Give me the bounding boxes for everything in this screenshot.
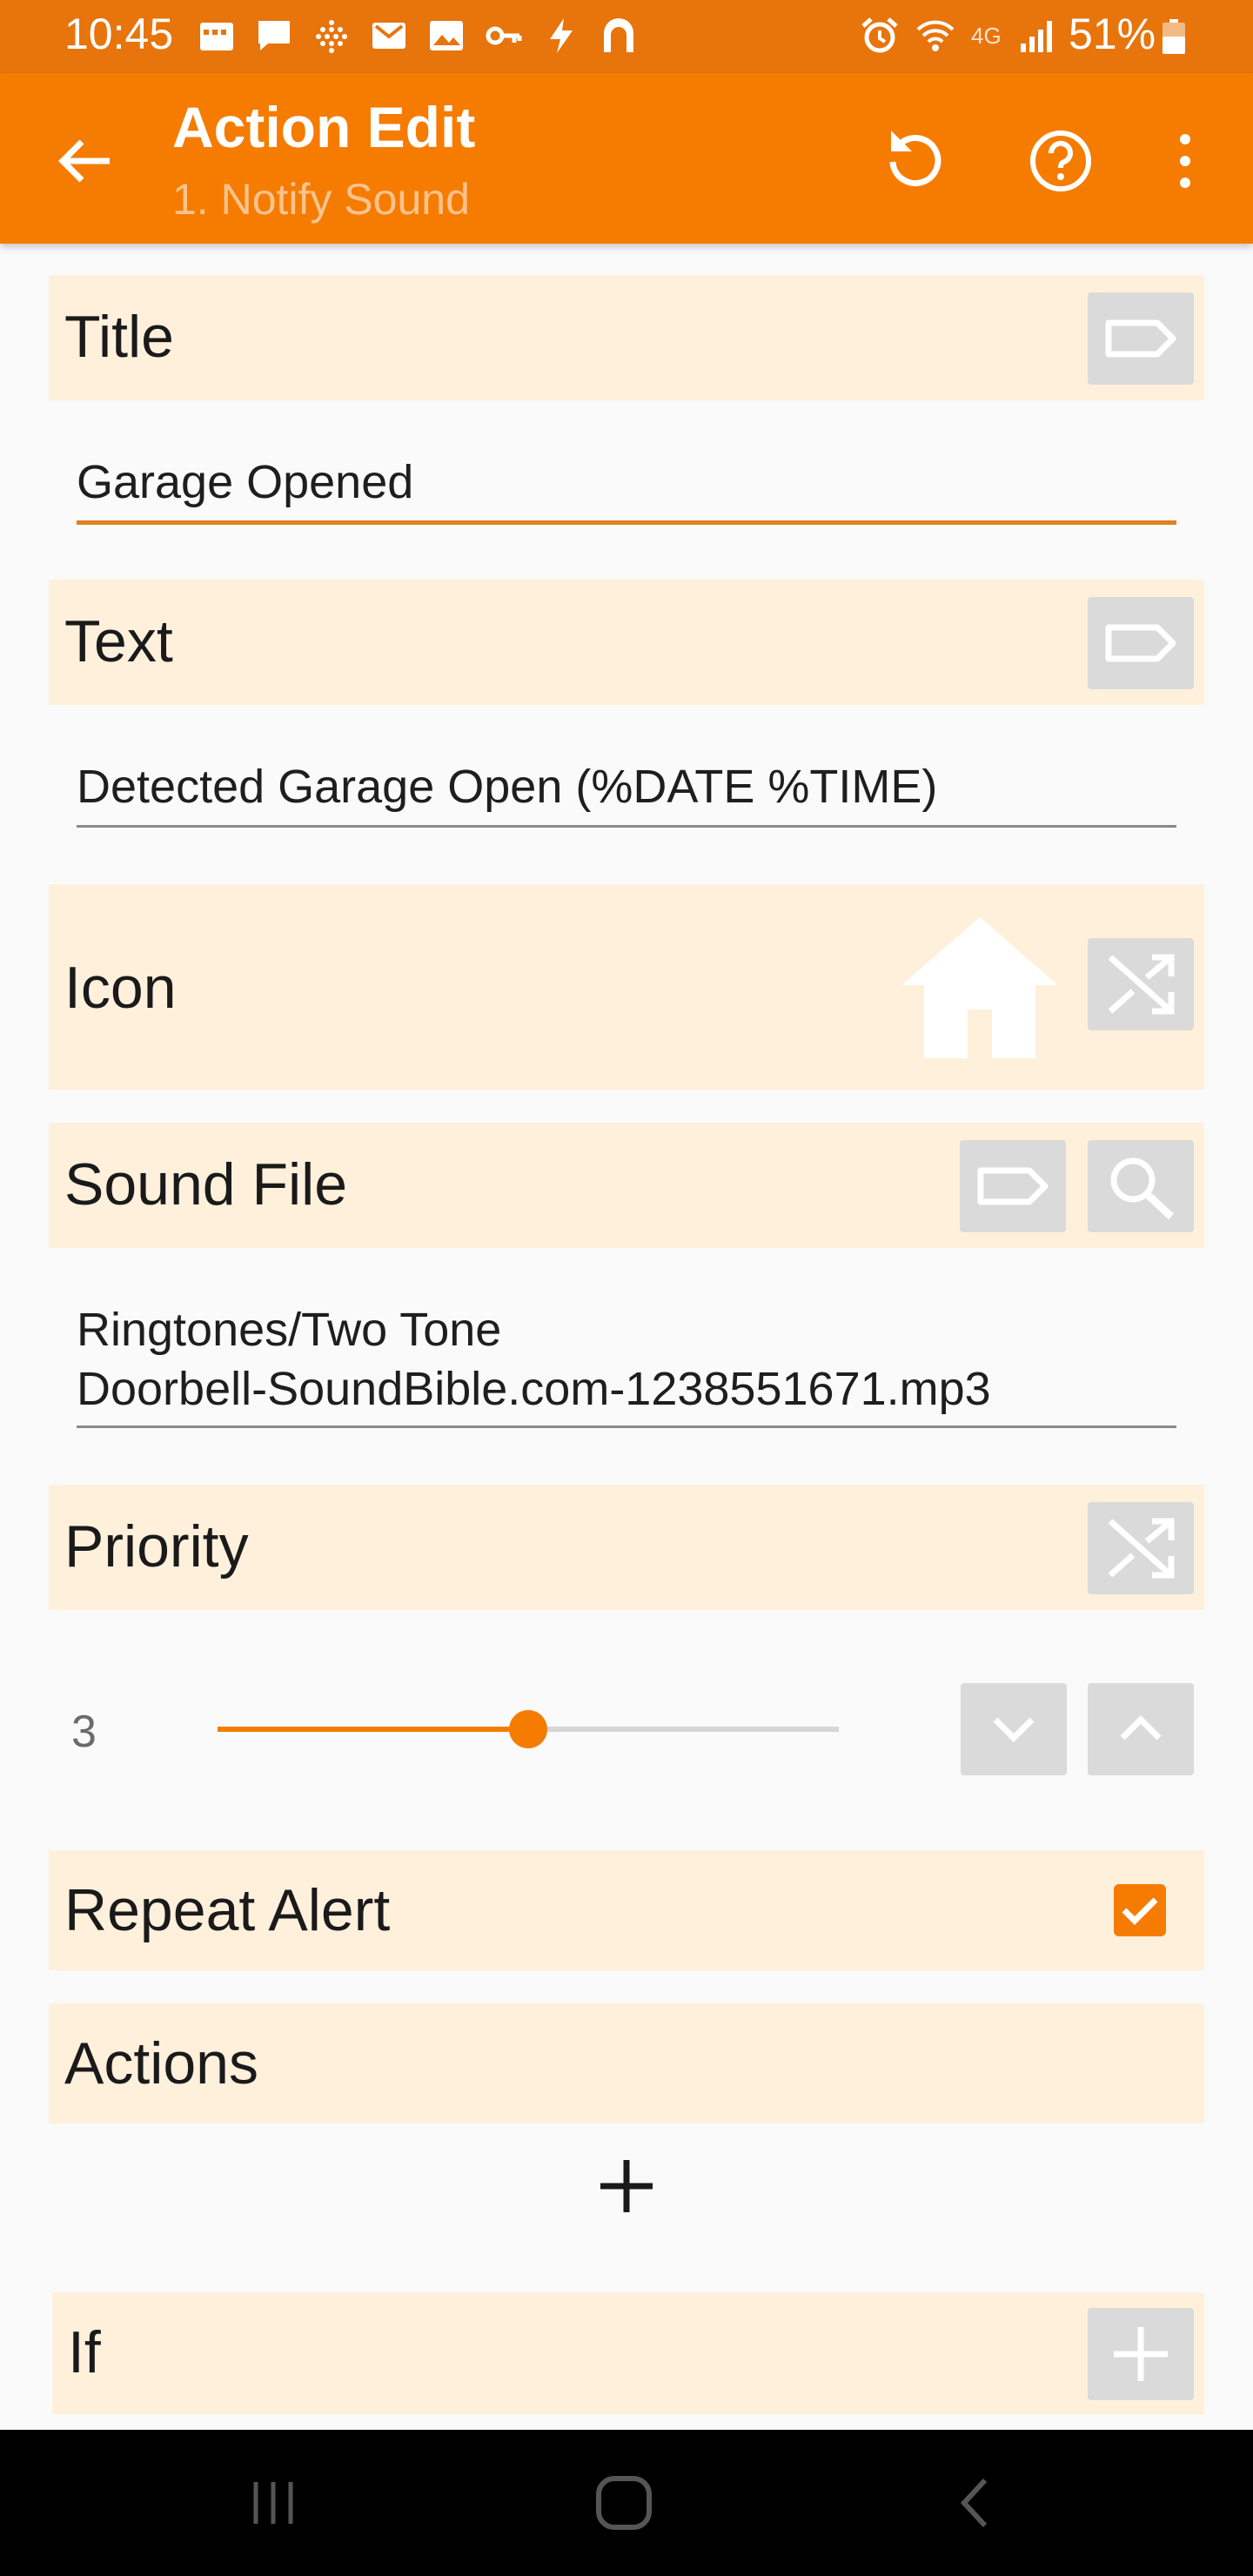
priority-section-header: Priority bbox=[49, 1485, 1204, 1610]
image-notification-icon bbox=[430, 21, 463, 50]
back-arrow-icon[interactable] bbox=[52, 129, 117, 193]
add-action-button[interactable] bbox=[592, 2151, 661, 2221]
chevron-down-icon bbox=[993, 1717, 1035, 1742]
priority-label: Priority bbox=[64, 1513, 249, 1580]
title-variable-button[interactable] bbox=[1088, 292, 1194, 385]
home-nav-icon[interactable] bbox=[592, 2473, 656, 2532]
more-options-icon[interactable] bbox=[1163, 124, 1208, 198]
priority-increase-button[interactable] bbox=[1088, 1683, 1194, 1775]
repeat-alert-checkbox[interactable] bbox=[1112, 1882, 1168, 1938]
title-input[interactable]: Garage Opened bbox=[77, 453, 1176, 512]
priority-slider-fill bbox=[218, 1727, 528, 1732]
battery-icon bbox=[1163, 19, 1185, 54]
title-input-underline bbox=[77, 520, 1176, 525]
icon-random-button[interactable] bbox=[1088, 938, 1194, 1030]
search-icon bbox=[1110, 1157, 1175, 1220]
shuffle-icon bbox=[1108, 1518, 1175, 1579]
calendar-notification-icon bbox=[200, 23, 233, 50]
repeat-alert-label: Repeat Alert bbox=[64, 1877, 391, 1943]
arch-icon bbox=[604, 18, 633, 52]
mail-icon bbox=[372, 23, 405, 49]
alarm-icon bbox=[861, 17, 898, 53]
if-section-header: If bbox=[52, 2292, 1204, 2414]
message-notification-icon bbox=[258, 21, 290, 50]
wifi-icon bbox=[916, 20, 955, 51]
title-label: Title bbox=[64, 304, 174, 370]
back-nav-icon[interactable] bbox=[948, 2473, 1004, 2532]
priority-value: 3 bbox=[71, 1707, 97, 1757]
sound-file-path-line1: Ringtones/Two Tone bbox=[77, 1304, 502, 1356]
text-section-header: Text bbox=[49, 580, 1204, 705]
priority-slider-thumb[interactable] bbox=[509, 1710, 547, 1748]
navigation-bar bbox=[0, 2430, 1253, 2576]
dots-grid-icon bbox=[316, 20, 347, 53]
recent-apps-icon[interactable] bbox=[245, 2475, 301, 2531]
title-section-header: Title bbox=[49, 275, 1204, 400]
status-bar: 10:45 4G 51% bbox=[0, 0, 1253, 73]
text-variable-button[interactable] bbox=[1088, 597, 1194, 689]
plus-icon bbox=[600, 2160, 653, 2212]
actions-label: Actions bbox=[64, 2030, 258, 2096]
priority-random-button[interactable] bbox=[1088, 1502, 1194, 1594]
key-icon bbox=[486, 26, 522, 45]
app-bar: Action Edit 1. Notify Sound bbox=[0, 73, 1253, 244]
plus-icon bbox=[1114, 2327, 1168, 2381]
page-subtitle: 1. Notify Sound bbox=[172, 175, 470, 224]
chevron-up-icon bbox=[1120, 1715, 1162, 1741]
sound-file-path-line2: Doorbell-SoundBible.com-1238551671.mp3 bbox=[77, 1363, 991, 1415]
signal-icon bbox=[1020, 21, 1052, 52]
page-title: Action Edit bbox=[172, 95, 476, 159]
sound-file-input[interactable]: Ringtones/Two Tone Doorbell-SoundBible.c… bbox=[77, 1300, 1176, 1419]
priority-decrease-button[interactable] bbox=[961, 1683, 1067, 1775]
network-type-label: 4G bbox=[971, 22, 1002, 49]
sound-file-section-header: Sound File bbox=[49, 1123, 1204, 1248]
sound-file-search-button[interactable] bbox=[1088, 1140, 1194, 1232]
repeat-alert-row[interactable]: Repeat Alert bbox=[49, 1850, 1204, 1970]
add-condition-button[interactable] bbox=[1088, 2308, 1194, 2400]
label-tag-icon bbox=[1105, 624, 1176, 662]
sound-file-underline bbox=[77, 1426, 1176, 1428]
sound-file-variable-button[interactable] bbox=[960, 1140, 1066, 1232]
system-icons: 4G bbox=[860, 16, 1057, 56]
if-label: If bbox=[68, 2319, 101, 2385]
shuffle-icon bbox=[1108, 954, 1175, 1015]
help-icon[interactable] bbox=[1023, 124, 1098, 198]
actions-section-header: Actions bbox=[49, 2003, 1204, 2123]
priority-slider-track[interactable] bbox=[218, 1710, 839, 1748]
undo-icon[interactable] bbox=[875, 124, 950, 198]
label-tag-icon bbox=[1105, 319, 1176, 358]
flash-icon bbox=[550, 18, 573, 53]
battery-percent: 51% bbox=[1069, 10, 1156, 58]
icon-label: Icon bbox=[64, 955, 177, 1021]
sound-file-label: Sound File bbox=[64, 1151, 348, 1218]
status-time: 10:45 bbox=[64, 10, 174, 58]
text-input[interactable]: Detected Garage Open (%DATE %TIME) bbox=[77, 757, 1176, 816]
home-icon[interactable] bbox=[893, 910, 1067, 1063]
text-label: Text bbox=[64, 608, 173, 674]
icon-section-header: Icon bbox=[49, 884, 1204, 1090]
notification-icons bbox=[197, 16, 639, 56]
label-tag-icon bbox=[977, 1167, 1049, 1205]
text-input-underline bbox=[77, 825, 1176, 828]
